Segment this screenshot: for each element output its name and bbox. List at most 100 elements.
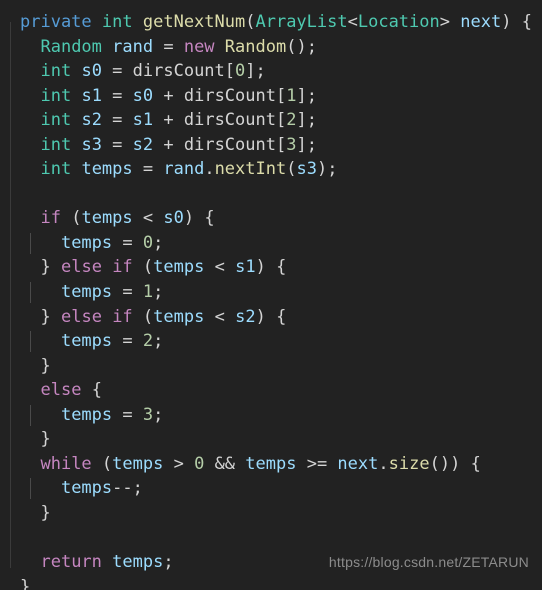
code-token: = — [112, 404, 143, 425]
code-token: s0 — [81, 61, 102, 82]
code-token: ] — [296, 134, 307, 155]
code-token: s2 — [235, 306, 256, 327]
code-token: >= — [296, 453, 338, 474]
indent-guide-icon — [30, 478, 31, 500]
code-line[interactable]: temps = 1; — [0, 280, 542, 305]
code-token: = — [112, 282, 143, 303]
code-token: ; — [153, 331, 164, 352]
code-token: Location — [357, 12, 440, 32]
code-line[interactable]: int temps = rand.nextInt(s3); — [0, 157, 542, 182]
code-token: nextInt — [214, 159, 287, 180]
code-token: dirsCount — [132, 61, 225, 82]
code-token: ) — [450, 453, 461, 474]
code-line[interactable]: else { — [0, 378, 542, 403]
code-token: { — [91, 380, 102, 401]
code-token: temps — [60, 478, 113, 499]
code-token: dirsCount — [183, 110, 276, 131]
code-line[interactable] — [0, 525, 542, 550]
code-line[interactable]: int s2 = s1 + dirsCount[2]; — [0, 108, 542, 133]
code-token: = — [112, 331, 143, 352]
code-line[interactable]: temps = 2; — [0, 329, 542, 354]
code-token: } — [20, 576, 31, 590]
code-line[interactable]: } else if (temps < s2) { — [0, 305, 542, 330]
code-token: ) — [316, 159, 328, 180]
code-token: temps — [81, 159, 133, 180]
code-token: dirsCount — [183, 85, 276, 106]
code-line[interactable]: while (temps > 0 && temps >= next.size()… — [0, 452, 542, 477]
code-token: ; — [255, 61, 266, 82]
code-token: + — [153, 134, 184, 155]
code-editor-content[interactable]: private int getNextNum(ArrayList<Locatio… — [0, 0, 542, 590]
code-token: = — [132, 159, 164, 180]
code-token: ( — [142, 306, 154, 327]
code-token: s0 — [132, 85, 154, 106]
code-token: if — [112, 257, 133, 278]
code-token: next — [337, 453, 379, 474]
code-token: temps — [60, 404, 113, 425]
code-line[interactable]: } — [0, 575, 542, 590]
code-token: int — [40, 110, 72, 131]
code-line[interactable]: int s0 = dirsCount[0]; — [0, 59, 542, 84]
code-token: int — [40, 134, 72, 155]
code-token: s2 — [132, 134, 154, 155]
code-token: int — [40, 85, 72, 106]
code-token: } — [40, 306, 51, 327]
code-token: ] — [296, 110, 307, 131]
code-token: < — [132, 208, 164, 229]
code-token: ; — [153, 404, 164, 425]
code-line[interactable]: temps = 3; — [0, 403, 542, 428]
code-token: temps — [153, 306, 205, 327]
code-token: temps — [60, 331, 113, 352]
code-token: = — [101, 110, 133, 131]
code-line[interactable]: temps = 0; — [0, 231, 542, 256]
code-line[interactable]: } — [0, 501, 542, 526]
code-token: int — [40, 159, 72, 180]
code-line[interactable]: Random rand = new Random(); — [0, 35, 542, 60]
code-token: size — [388, 453, 430, 474]
code-line[interactable]: } — [0, 354, 542, 379]
code-line[interactable]: private int getNextNum(ArrayList<Locatio… — [0, 10, 542, 35]
code-token: 3 — [142, 404, 154, 425]
code-token: < — [347, 12, 358, 32]
code-line[interactable]: } else if (temps < s1) { — [0, 255, 542, 280]
code-token: ArrayList — [255, 12, 348, 32]
code-token: . — [378, 453, 389, 474]
code-line[interactable]: int s1 = s0 + dirsCount[1]; — [0, 84, 542, 109]
code-token: [ — [275, 85, 287, 106]
code-token: + — [153, 110, 184, 131]
code-token: ( — [101, 453, 113, 474]
code-token: = — [101, 134, 133, 155]
code-token: () — [286, 36, 307, 57]
code-line[interactable] — [0, 182, 542, 207]
code-token: temps — [112, 453, 164, 474]
code-line[interactable]: } — [0, 427, 542, 452]
code-token: temps — [153, 257, 205, 278]
indent-guide-icon — [30, 404, 31, 426]
code-token: -- — [112, 478, 133, 499]
code-token: rand — [163, 159, 205, 180]
code-line[interactable]: if (temps < s0) { — [0, 206, 542, 231]
code-line[interactable]: temps--; — [0, 476, 542, 501]
code-line[interactable]: int s3 = s2 + dirsCount[3]; — [0, 133, 542, 158]
code-token: return — [40, 552, 102, 573]
code-token: ; — [306, 110, 317, 131]
code-token: [ — [224, 61, 236, 82]
